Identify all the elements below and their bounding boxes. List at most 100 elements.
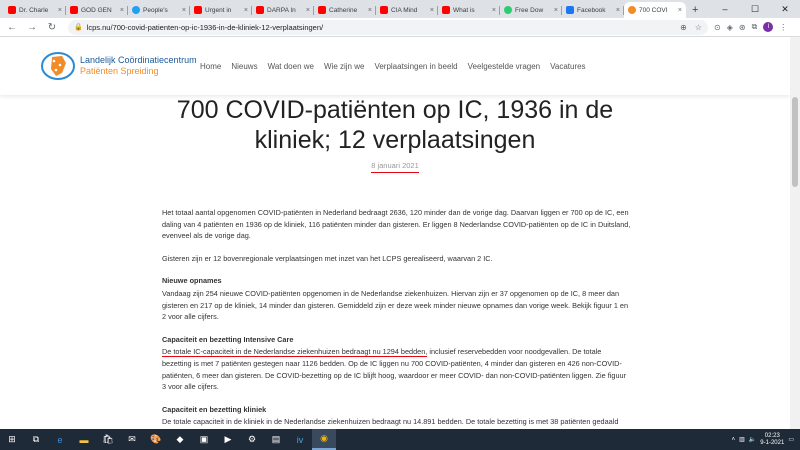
back-icon[interactable]: ←: [4, 22, 20, 33]
tab-strip: Dr. Charle × GOD GEN × People's × Urgent in × DA…: [0, 0, 800, 18]
windows-start-icon[interactable]: ⊞: [0, 429, 24, 450]
scrollbar[interactable]: [790, 37, 800, 429]
section-heading: Capaciteit en bezetting kliniek: [162, 404, 267, 414]
logo-text: Landelijk Coördinatiecentrum Patiënten S…: [80, 55, 197, 77]
volume-icon[interactable]: 🔈: [749, 436, 756, 443]
extensions-puzzle-icon[interactable]: ⧉: [752, 22, 758, 32]
app-icon[interactable]: ▤: [264, 429, 288, 450]
nav-wie-zijn-we[interactable]: Wie zijn we: [324, 62, 364, 71]
lcps-icon: [628, 6, 636, 14]
network-icon[interactable]: ▥: [739, 436, 745, 443]
photos-icon[interactable]: ▣: [192, 429, 216, 450]
tab-close-icon[interactable]: ×: [554, 7, 558, 14]
paint-icon[interactable]: 🎨: [144, 429, 168, 450]
youtube-icon: [194, 6, 202, 14]
settings-gear-icon[interactable]: ⚙: [240, 429, 264, 450]
browser-tab[interactable]: 700 COVI ×: [624, 2, 686, 18]
youtube-icon: [256, 6, 264, 14]
youtube-icon: [8, 6, 16, 14]
bird-icon: [132, 6, 140, 14]
browser-tab[interactable]: Urgent in ×: [190, 2, 252, 18]
nav-nieuws[interactable]: Nieuws: [231, 62, 257, 71]
tab-close-icon[interactable]: ×: [492, 7, 496, 14]
tab-label: GOD GEN: [81, 6, 112, 14]
nav-faq[interactable]: Veelgestelde vragen: [468, 62, 541, 71]
browser-tab[interactable]: Dr. Charle ×: [4, 2, 66, 18]
browser-tab[interactable]: Facebook ×: [562, 2, 624, 18]
youtube-icon: [318, 6, 326, 14]
close-icon[interactable]: ✕: [770, 0, 800, 18]
tab-close-icon[interactable]: ×: [182, 7, 186, 14]
system-tray: ˄ ▥ 🔈 02:23 9-1-2021 ▭: [732, 433, 800, 447]
app-icon[interactable]: iv: [288, 429, 312, 450]
zoom-icon[interactable]: ⊕: [680, 23, 687, 32]
nav-verplaatsingen[interactable]: Verplaatsingen in beeld: [374, 62, 457, 71]
profile-avatar[interactable]: I: [763, 22, 774, 32]
minimize-icon[interactable]: –: [710, 0, 740, 18]
nav-wat-doen-we[interactable]: Wat doen we: [268, 62, 314, 71]
address-bar[interactable]: 🔒 lcps.nu/700-covid-patienten-op-ic-1936…: [68, 19, 708, 35]
tab-label: People's: [143, 6, 168, 14]
tab-close-icon[interactable]: ×: [430, 7, 434, 14]
lcps-logo-icon: [41, 52, 75, 80]
article-body: Het totaal aantal opgenomen COVID-patiën…: [162, 207, 632, 450]
logo-line1: Landelijk Coördinatiecentrum: [80, 55, 197, 65]
download-icon: [504, 6, 512, 14]
youtube-icon: [442, 6, 450, 14]
browser-tab[interactable]: GOD GEN ×: [66, 2, 128, 18]
facebook-icon: [566, 6, 574, 14]
clock-date: 9-1-2021: [760, 439, 785, 446]
tab-close-icon[interactable]: ×: [678, 7, 682, 14]
chrome-icon[interactable]: ◉: [312, 429, 336, 450]
clock[interactable]: 02:23 9-1-2021: [760, 433, 784, 447]
lock-icon[interactable]: 🔒: [74, 23, 83, 31]
browser-tab[interactable]: DARPA In ×: [252, 2, 314, 18]
media-icon[interactable]: ▶: [216, 429, 240, 450]
article-date: 8 januari 2021: [0, 161, 790, 173]
browser-tab[interactable]: What is ×: [438, 2, 500, 18]
tab-label: CIA Mind: [391, 6, 418, 14]
bookmark-star-icon[interactable]: ☆: [695, 23, 702, 32]
tab-label: DARPA In: [267, 6, 296, 14]
tab-close-icon[interactable]: ×: [368, 7, 372, 14]
tab-label: Catherine: [329, 6, 358, 14]
tab-label: 700 COVI: [639, 6, 668, 14]
site-header: Landelijk Coördinatiecentrum Patiënten S…: [0, 37, 790, 95]
menu-dots-icon[interactable]: ⋮: [779, 23, 787, 32]
tab-label: Urgent in: [205, 6, 232, 14]
mail-icon[interactable]: ✉: [120, 429, 144, 450]
extension-icon[interactable]: ⊛: [739, 23, 746, 32]
browser-tab[interactable]: Free Dow ×: [500, 2, 562, 18]
nav-home[interactable]: Home: [200, 62, 221, 71]
extension-icon[interactable]: ◈: [727, 23, 733, 32]
site-logo[interactable]: Landelijk Coördinatiecentrum Patiënten S…: [40, 51, 197, 81]
store-icon[interactable]: 🛍: [96, 429, 120, 450]
section-heading: Nieuwe opnames: [162, 276, 222, 286]
reload-icon[interactable]: ↻: [44, 22, 60, 33]
tab-close-icon[interactable]: ×: [120, 7, 124, 14]
scrollbar-thumb[interactable]: [792, 97, 798, 187]
browser-tab[interactable]: People's ×: [128, 2, 190, 18]
nav-vacatures[interactable]: Vacatures: [550, 62, 585, 71]
main-nav: Home Nieuws Wat doen we Wie zijn we Verp…: [200, 62, 596, 71]
tab-close-icon[interactable]: ×: [58, 7, 62, 14]
browser-tab[interactable]: CIA Mind ×: [376, 2, 438, 18]
tray-chevron-icon[interactable]: ˄: [732, 437, 736, 443]
new-tab-button[interactable]: +: [692, 2, 698, 18]
tab-close-icon[interactable]: ×: [244, 7, 248, 14]
file-explorer-icon[interactable]: ▬: [72, 429, 96, 450]
paragraph: Het totaal aantal opgenomen COVID-patiën…: [162, 208, 631, 241]
browser-tab[interactable]: Catherine ×: [314, 2, 376, 18]
article: 700 COVID-patiënten op IC, 1936 in de kl…: [0, 95, 790, 173]
tab-close-icon[interactable]: ×: [306, 7, 310, 14]
windows-taskbar: ⊞ ⧉ e ▬ 🛍 ✉ 🎨 ◆ ▣ ▶ ⚙ ▤ iv ◉ ˄ ▥ 🔈 02:23…: [0, 429, 800, 450]
forward-icon[interactable]: →: [24, 22, 40, 33]
edge-icon[interactable]: e: [48, 429, 72, 450]
app-icon[interactable]: ◆: [168, 429, 192, 450]
task-view-icon[interactable]: ⧉: [24, 429, 48, 450]
notifications-icon[interactable]: ▭: [788, 436, 794, 443]
maximize-icon[interactable]: ☐: [740, 0, 770, 18]
date-text: 8 januari 2021: [371, 161, 419, 173]
tab-close-icon[interactable]: ×: [616, 7, 620, 14]
extension-icon[interactable]: ⊙: [714, 23, 721, 32]
